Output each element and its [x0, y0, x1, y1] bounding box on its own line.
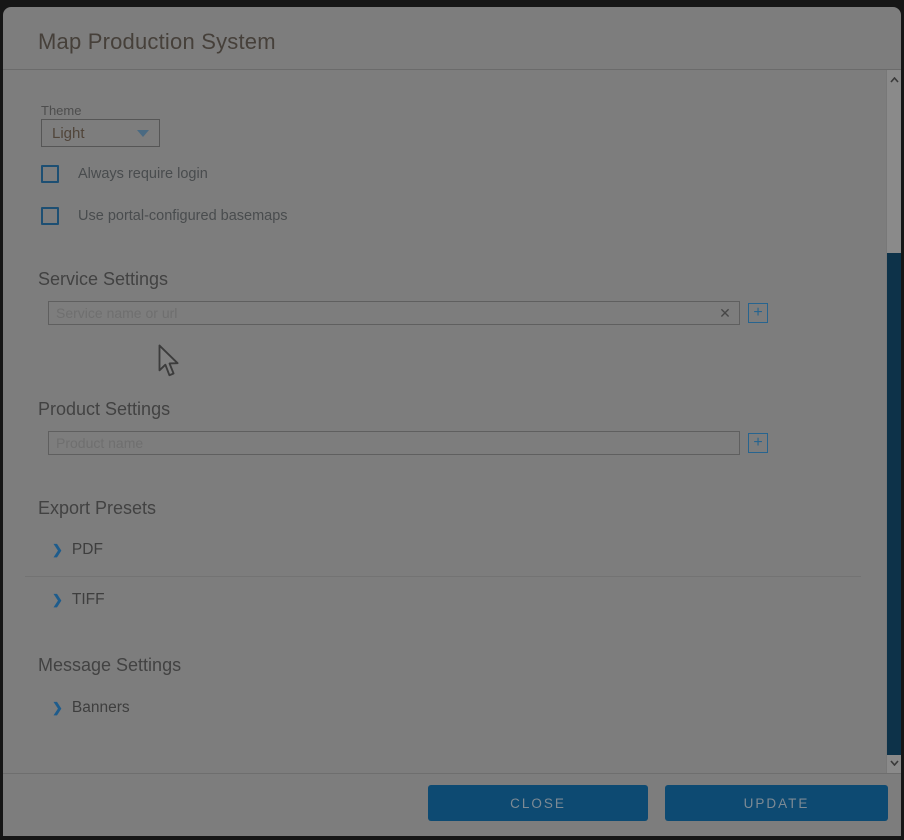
add-product-button[interactable]: + [748, 433, 768, 453]
product-name-input[interactable] [48, 431, 740, 455]
expander-pdf[interactable]: ❯ PDF [52, 541, 103, 559]
mouse-cursor [157, 344, 179, 378]
settings-dialog: Map Production System Theme Light Always… [3, 7, 901, 836]
checkbox-label: Always require login [78, 166, 208, 182]
dialog-header: Map Production System [3, 7, 901, 70]
expander-label: Banners [72, 699, 130, 717]
chevron-right-icon: ❯ [52, 700, 63, 716]
theme-select[interactable]: Light [41, 119, 160, 147]
clear-icon[interactable]: ✕ [715, 303, 735, 323]
service-name-input[interactable] [48, 301, 740, 325]
service-settings-heading: Service Settings [38, 269, 168, 290]
expander-label: PDF [72, 541, 103, 559]
checkbox-row-basemaps: Use portal-configured basemaps [41, 207, 288, 225]
update-button[interactable]: UPDATE [665, 785, 888, 821]
chevron-down-icon [137, 130, 149, 137]
portal-basemaps-checkbox[interactable] [41, 207, 59, 225]
chevron-right-icon: ❯ [52, 542, 63, 558]
scroll-up-button[interactable] [887, 72, 901, 88]
expander-banners[interactable]: ❯ Banners [52, 699, 130, 717]
product-settings-heading: Product Settings [38, 399, 170, 420]
expander-tiff[interactable]: ❯ TIFF [52, 591, 105, 609]
chevron-down-icon [890, 760, 899, 766]
page-title: Map Production System [38, 29, 276, 55]
close-button[interactable]: CLOSE [428, 785, 648, 821]
export-presets-heading: Export Presets [38, 498, 156, 519]
dialog-content: Theme Light Always require login Use por… [3, 70, 901, 773]
scrollbar-thumb[interactable] [887, 253, 901, 755]
always-require-login-checkbox[interactable] [41, 165, 59, 183]
message-settings-heading: Message Settings [38, 655, 181, 676]
divider [25, 576, 861, 577]
chevron-right-icon: ❯ [52, 592, 63, 608]
theme-selected-value: Light [52, 125, 137, 142]
theme-label: Theme [41, 103, 81, 118]
checkbox-label: Use portal-configured basemaps [78, 208, 288, 224]
dialog-footer: CLOSE UPDATE [3, 773, 901, 836]
add-service-button[interactable]: + [748, 303, 768, 323]
expander-label: TIFF [72, 591, 105, 609]
vertical-scrollbar[interactable] [886, 70, 901, 773]
chevron-up-icon [890, 77, 899, 83]
checkbox-row-login: Always require login [41, 165, 208, 183]
scroll-down-button[interactable] [887, 755, 901, 771]
